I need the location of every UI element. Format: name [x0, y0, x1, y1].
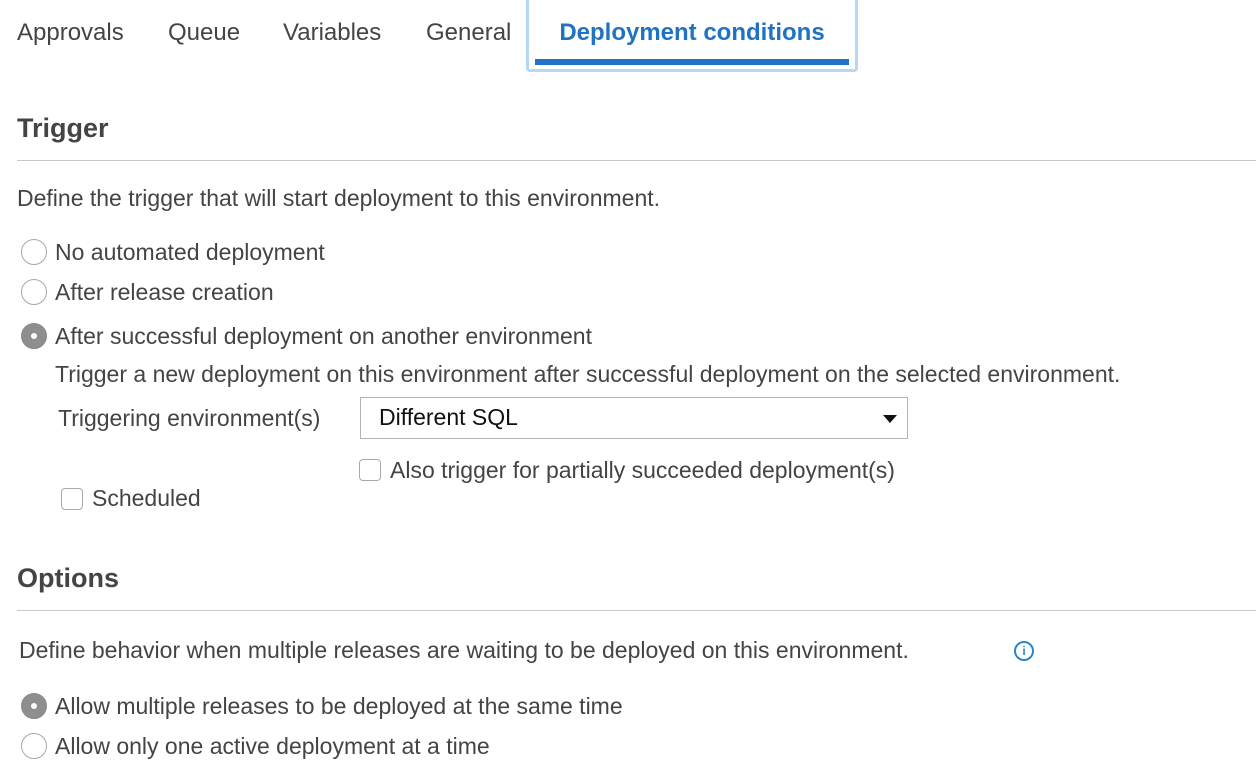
- triggering-environment-label: Triggering environment(s): [58, 405, 321, 431]
- partial-deployment-checkbox[interactable]: [359, 459, 381, 481]
- caret-down-icon: [883, 415, 897, 423]
- after-release-creation-label[interactable]: After release creation: [55, 279, 274, 306]
- radio-allow-one-active-deployment[interactable]: [21, 733, 47, 759]
- trigger-sub-description: Trigger a new deployment on this environ…: [55, 361, 1121, 387]
- triggering-environment-value: Different SQL: [379, 404, 518, 430]
- partial-deployment-label[interactable]: Also trigger for partially succeeded dep…: [390, 457, 895, 484]
- trigger-description: Define the trigger that will start deplo…: [17, 185, 661, 211]
- tab-general[interactable]: General: [426, 18, 511, 48]
- tab-bar: Approvals Queue Variables General Deploy…: [0, 0, 1256, 80]
- tab-deployment-conditions-label: Deployment conditions: [559, 19, 825, 46]
- tab-variables[interactable]: Variables: [283, 18, 381, 48]
- after-successful-deployment-label[interactable]: After successful deployment on another e…: [55, 323, 592, 350]
- radio-allow-multiple-releases[interactable]: [21, 693, 47, 719]
- radio-after-successful-deployment[interactable]: [21, 323, 47, 349]
- options-section-title: Options: [17, 563, 119, 593]
- trigger-divider: [17, 160, 1256, 161]
- options-description: Define behavior when multiple releases a…: [19, 637, 909, 663]
- radio-no-automated-deployment[interactable]: [21, 239, 47, 265]
- scheduled-checkbox[interactable]: [61, 488, 83, 510]
- tab-queue[interactable]: Queue: [168, 18, 240, 48]
- triggering-environment-select[interactable]: Different SQL: [360, 397, 908, 439]
- allow-one-active-deployment-label[interactable]: Allow only one active deployment at a ti…: [55, 733, 490, 760]
- no-automated-deployment-label[interactable]: No automated deployment: [55, 239, 325, 266]
- info-icon[interactable]: i: [1014, 641, 1034, 661]
- active-tab-indicator: [535, 59, 849, 65]
- scheduled-label[interactable]: Scheduled: [92, 485, 201, 512]
- tab-deployment-conditions[interactable]: Deployment conditions: [526, 0, 858, 72]
- tab-approvals[interactable]: Approvals: [17, 18, 124, 48]
- options-divider: [17, 610, 1256, 611]
- allow-multiple-releases-label[interactable]: Allow multiple releases to be deployed a…: [55, 693, 623, 720]
- radio-after-release-creation[interactable]: [21, 279, 47, 305]
- trigger-section-title: Trigger: [17, 113, 109, 143]
